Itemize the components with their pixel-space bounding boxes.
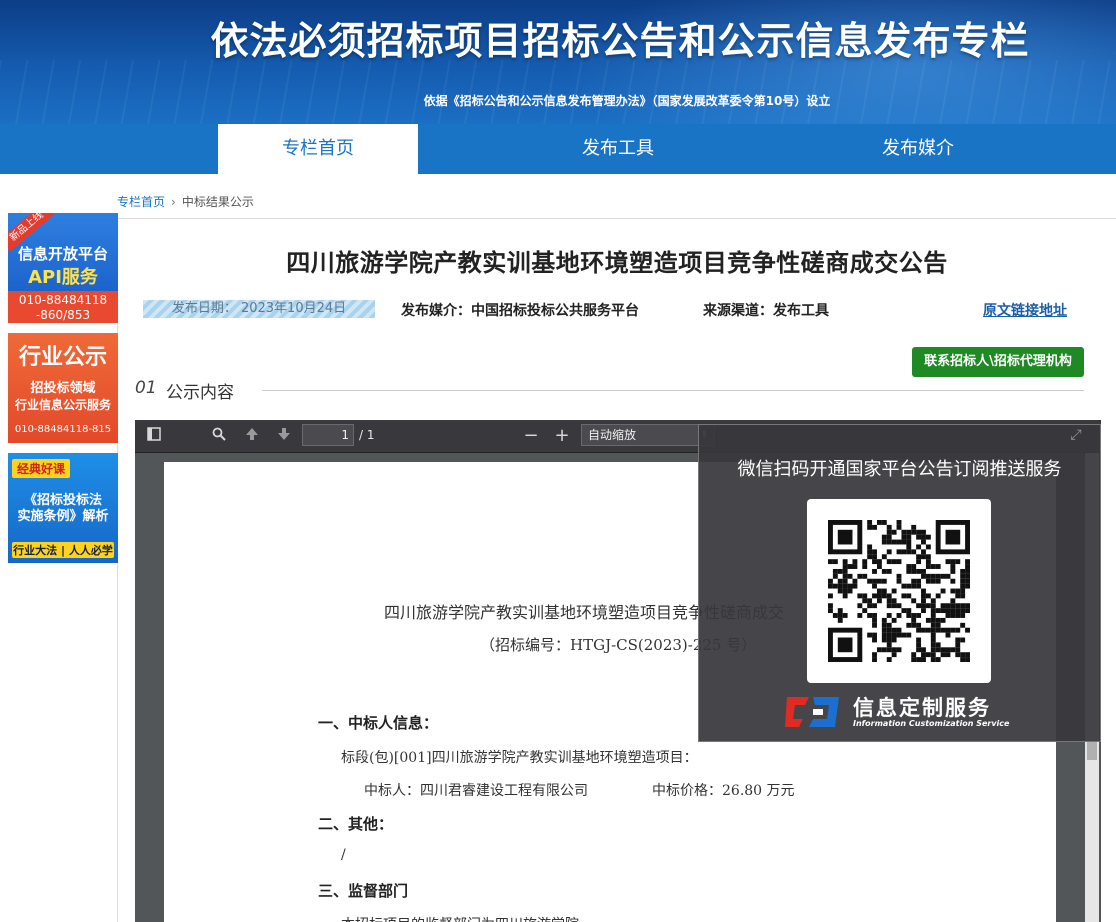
breadcrumb-current: 中标结果公示 <box>181 195 254 209</box>
breadcrumb-separator: › <box>171 195 176 209</box>
article-title: 四川旅游学院产教实训基地环境塑造项目竞争性磋商成交公告 <box>286 249 948 277</box>
ad-course[interactable]: 经典好课 《招标投标法 实施条例》解析 行业大法 | 人人必学 <box>8 453 118 563</box>
page-total: / 1 <box>359 428 375 442</box>
ad-phone: 010-88484118-815 <box>14 424 112 435</box>
ad-tag: 经典好课 <box>12 459 71 478</box>
header-banner: 依法必须招标项目招标公告和公示信息发布专栏 依据《招标公告和公示信息发布管理办法… <box>0 0 1116 124</box>
pdf-heading: 一、中标人信息： <box>318 714 439 732</box>
banner-title: 依法必须招标项目招标公告和公示信息发布专栏 <box>210 19 1030 63</box>
ad-industry-notice[interactable]: 行业公示 招投标领域 行业信息公示服务 010-88484118-815 <box>8 333 118 443</box>
zoom-in-icon[interactable]: + <box>551 426 573 446</box>
qr-code-icon <box>828 520 970 662</box>
section-label: 公示内容 <box>166 383 234 403</box>
publish-source: 来源渠道：发布工具 <box>703 303 829 319</box>
pdf-text: / <box>341 847 346 863</box>
logo-subtext: Information Customization Service <box>853 719 1010 728</box>
sidebar-toggle-icon[interactable] <box>143 426 165 446</box>
pdf-winner: 中标人：四川君睿建设工程有限公司 <box>364 783 588 799</box>
ad-line: 行业信息公示服务 <box>14 398 111 412</box>
nav-item-publish-media[interactable]: 发布媒介 <box>818 124 1018 174</box>
banner-subtitle: 依据《招标公告和公示信息发布管理办法》（国家发展改革委令第10号）设立 <box>423 94 831 108</box>
zoom-select[interactable]: 自动缩放 ⬍ <box>581 424 715 446</box>
section-number: 01 <box>135 378 157 398</box>
pdf-text: 本招标项目的监督部门为四川旅游学院 <box>341 914 579 922</box>
ad-line: API服务 <box>28 267 98 288</box>
pdf-scrollbar-thumb[interactable] <box>1087 740 1097 760</box>
pdf-heading: 三、监督部门 <box>318 882 409 900</box>
page-up-icon[interactable] <box>241 426 263 446</box>
pdf-price: 中标价格：26.80 万元 <box>652 783 795 799</box>
zoom-out-icon[interactable]: − <box>520 426 542 446</box>
ad-line: 信息开放平台 <box>17 245 108 263</box>
ad-phone-line: -860/853 <box>35 308 91 322</box>
contact-tenderer-button[interactable]: 联系招标人\招标代理机构 <box>912 347 1084 377</box>
search-icon[interactable] <box>208 426 230 446</box>
logo-text: 信息定制服务 <box>853 696 991 720</box>
page-number-input[interactable]: 1 <box>302 424 354 446</box>
zoom-value: 自动缩放 <box>588 428 637 442</box>
info-service-logo-icon <box>785 697 839 727</box>
section-divider <box>262 390 1084 391</box>
breadcrumb-divider <box>117 218 1116 219</box>
original-link[interactable]: 原文链接地址 <box>983 300 1067 320</box>
publish-media: 发布媒介：中国招标投标公共服务平台 <box>401 303 639 319</box>
ad-line-part: 实施条例》解析 <box>17 509 109 524</box>
content-border <box>117 218 118 922</box>
ad-line: 招投标领域 <box>30 381 96 396</box>
ad-line: 行业大法 | 人人必学 <box>12 542 114 558</box>
wechat-subscribe-popup[interactable]: 微信扫码开通国家平台公告订阅推送服务 信息定制服务 Information Cu… <box>698 424 1101 742</box>
qr-code <box>807 499 991 683</box>
page-down-icon[interactable] <box>273 426 295 446</box>
fullscreen-icon[interactable]: ⤢ <box>1068 427 1084 443</box>
publish-date: 发布日期： 2023年10月24日 <box>143 300 375 318</box>
pdf-lot-line: 标段(包)[001]四川旅游学院产教实训基地环境塑造项目： <box>341 750 698 766</box>
ad-line: 《招标投标法 实施条例》解析 <box>8 493 118 525</box>
nav-item-home[interactable]: 专栏首页 <box>218 124 418 174</box>
breadcrumb-home-link[interactable]: 专栏首页 <box>117 195 165 209</box>
ad-phone: 010-88484118 -860/853 <box>8 291 118 323</box>
ad-line: 行业公示 <box>18 345 107 370</box>
popup-title: 微信扫码开通国家平台公告订阅推送服务 <box>737 459 1062 480</box>
ad-api-service[interactable]: 新品上线 信息开放平台 API服务 010-88484118 -860/853 <box>8 213 118 323</box>
pdf-heading: 二、其他： <box>318 815 394 833</box>
nav-item-publish-tool[interactable]: 发布工具 <box>518 124 718 174</box>
breadcrumb: 专栏首页 › 中标结果公示 <box>117 193 254 210</box>
ad-phone-line: 010-88484118 <box>18 293 108 307</box>
ad-line-part: 《招标投标法 <box>23 493 102 508</box>
main-nav: 专栏首页 发布工具 发布媒介 <box>0 124 1116 174</box>
